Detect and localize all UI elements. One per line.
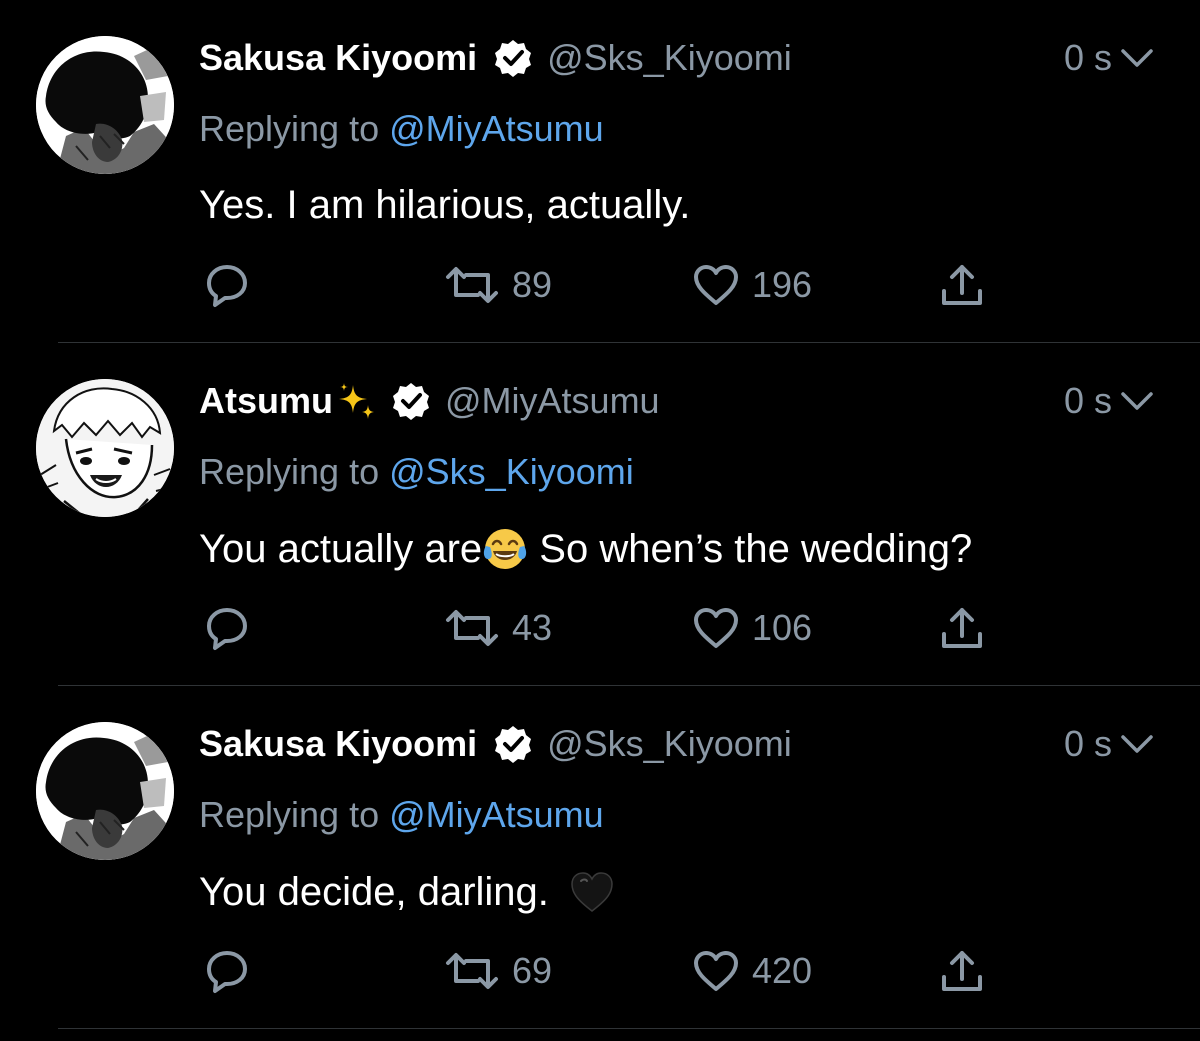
timestamp-area: 0 s xyxy=(1064,36,1154,80)
timestamp[interactable]: 0 s xyxy=(1064,380,1112,422)
mention-link[interactable]: @MiyAtsumu xyxy=(389,108,604,149)
action-bar: 89 196 xyxy=(0,260,1200,310)
replying-to-label: Replying to xyxy=(199,451,380,492)
like-count: 196 xyxy=(752,264,813,305)
like-button[interactable]: 106 xyxy=(692,603,812,653)
avatar[interactable] xyxy=(36,379,174,517)
like-count: 420 xyxy=(752,950,813,991)
avatar[interactable] xyxy=(36,36,174,174)
tweet-3[interactable]: Sakusa Kiyoomi @Sks_Kiyoomi 0 s Replying… xyxy=(0,686,1200,1029)
replying-to-line: Replying to @MiyAtsumu xyxy=(199,108,604,150)
retweet-icon xyxy=(446,267,498,303)
tweet-text-content: Yes. I am hilarious, actually. xyxy=(199,183,691,227)
replying-to-label: Replying to xyxy=(199,108,380,149)
reply-button[interactable] xyxy=(203,946,251,996)
reply-button[interactable] xyxy=(203,603,251,653)
chevron-down-icon[interactable] xyxy=(1120,47,1154,69)
share-icon xyxy=(942,951,982,991)
tweet-2[interactable]: Atsumu @MiyAtsumu 0 s Replying to @Sks_Ki… xyxy=(0,343,1200,686)
retweet-icon xyxy=(446,610,498,646)
atsumu-avatar-image xyxy=(36,379,174,517)
verified-badge-icon xyxy=(495,726,532,763)
chevron-down-icon[interactable] xyxy=(1120,390,1154,412)
avatar[interactable] xyxy=(36,722,174,860)
reply-icon xyxy=(207,608,247,650)
tweet-text: Yes. I am hilarious, actually. xyxy=(199,183,690,228)
reply-icon xyxy=(207,951,247,993)
share-icon xyxy=(942,608,982,648)
verified-badge-icon xyxy=(393,383,429,420)
tweet-header: Atsumu @MiyAtsumu xyxy=(199,379,660,423)
heart-icon xyxy=(694,265,738,305)
handle[interactable]: @MiyAtsumu xyxy=(445,380,660,422)
face-with-tears-of-joy-icon xyxy=(484,529,527,569)
sakusa-avatar-image xyxy=(36,722,174,860)
timestamp-area: 0 s xyxy=(1064,379,1154,423)
reply-button[interactable] xyxy=(203,260,251,310)
retweet-count: 89 xyxy=(512,264,553,305)
retweet-count: 43 xyxy=(512,607,553,648)
retweet-button[interactable]: 69 xyxy=(444,946,552,996)
share-icon xyxy=(942,265,982,305)
tweet-text-content: You actually are xyxy=(199,526,483,571)
action-bar: 43 106 xyxy=(0,603,1200,653)
black-heart-icon xyxy=(571,872,613,912)
share-button[interactable] xyxy=(940,260,984,310)
heart-icon xyxy=(694,951,738,991)
replying-to-line: Replying to @Sks_Kiyoomi xyxy=(199,451,634,493)
sakusa-avatar-image xyxy=(36,36,174,174)
replying-to-line: Replying to @MiyAtsumu xyxy=(199,794,604,836)
retweet-button[interactable]: 89 xyxy=(444,260,552,310)
handle[interactable]: @Sks_Kiyoomi xyxy=(547,723,792,765)
display-name[interactable]: Sakusa Kiyoomi xyxy=(199,723,477,765)
chevron-down-icon[interactable] xyxy=(1120,733,1154,755)
share-button[interactable] xyxy=(940,603,984,653)
divider xyxy=(58,1028,1200,1029)
timestamp-area: 0 s xyxy=(1064,722,1154,766)
action-bar: 69 420 xyxy=(0,946,1200,996)
like-count: 106 xyxy=(752,607,813,648)
sparkles-icon xyxy=(339,383,374,419)
tweet-text: You decide, darling. xyxy=(199,869,615,915)
retweet-button[interactable]: 43 xyxy=(444,603,552,653)
display-name[interactable]: Sakusa Kiyoomi xyxy=(199,37,477,79)
retweet-icon xyxy=(446,953,498,989)
timestamp[interactable]: 0 s xyxy=(1064,723,1112,765)
display-name[interactable]: Atsumu xyxy=(199,380,333,422)
share-button[interactable] xyxy=(940,946,984,996)
tweet-thread: Sakusa Kiyoomi @Sks_Kiyoomi 0 s Replying… xyxy=(0,0,1200,1041)
tweet-header: Sakusa Kiyoomi @Sks_Kiyoomi xyxy=(199,36,792,80)
retweet-count: 69 xyxy=(512,950,553,991)
tweet-1[interactable]: Sakusa Kiyoomi @Sks_Kiyoomi 0 s Replying… xyxy=(0,0,1200,343)
tweet-text-content: You decide, darling. xyxy=(199,869,549,914)
mention-link[interactable]: @MiyAtsumu xyxy=(389,794,604,835)
tweet-header: Sakusa Kiyoomi @Sks_Kiyoomi xyxy=(199,722,792,766)
mention-link[interactable]: @Sks_Kiyoomi xyxy=(389,451,634,492)
tweet-text-continuation: So when’s the wedding? xyxy=(528,526,973,571)
handle[interactable]: @Sks_Kiyoomi xyxy=(547,37,792,79)
heart-icon xyxy=(694,608,738,648)
timestamp[interactable]: 0 s xyxy=(1064,37,1112,79)
tweet-text: You actually are So when’s the wedding? xyxy=(199,526,972,572)
like-button[interactable]: 420 xyxy=(692,946,812,996)
like-button[interactable]: 196 xyxy=(692,260,812,310)
verified-badge-icon xyxy=(495,40,532,77)
reply-icon xyxy=(207,265,247,307)
replying-to-label: Replying to xyxy=(199,794,380,835)
